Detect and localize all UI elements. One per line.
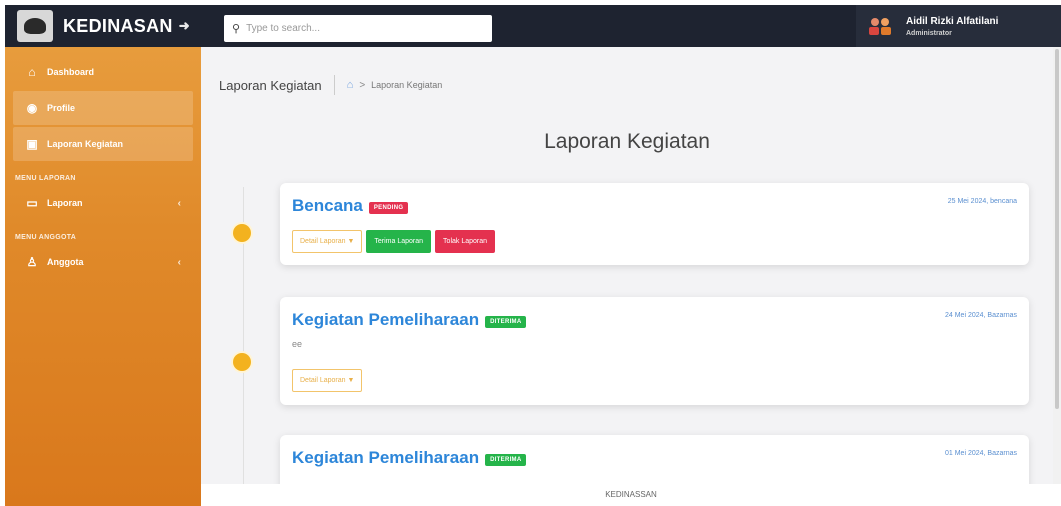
home-icon: ⌂ — [28, 65, 36, 79]
sidebar-nav: ⌂ Dashboard ◉ Profile ▣ Laporan Kegiatan… — [5, 55, 201, 279]
chevron-left-icon: ‹ — [177, 197, 181, 209]
search-input[interactable] — [246, 23, 477, 34]
brand-name: KEDINASAN — [63, 15, 173, 36]
user-role: Administrator — [906, 29, 952, 37]
user-menu[interactable]: Aidil Rizki Alfatilani Administrator — [856, 5, 1061, 47]
detail-report-button[interactable]: Detail Laporan ▼ — [292, 230, 363, 253]
report-title-text: Kegiatan Pemeliharaan — [292, 448, 480, 467]
sidebar-item-label: Anggota — [47, 257, 84, 267]
report-date: 01 Mei 2024, Bazarnas — [945, 450, 1017, 457]
document-icon: ▣ — [26, 137, 38, 151]
sidebar-item-laporan[interactable]: ▭ Laporan ‹ — [13, 186, 193, 220]
chevron-left-icon: ‹ — [177, 256, 181, 268]
sidebar-item-label: Profile — [47, 103, 76, 113]
monitor-icon: ▭ — [26, 196, 38, 210]
home-icon[interactable]: ⌂ — [347, 79, 354, 91]
collapse-arrow-icon[interactable]: ➜ — [179, 18, 190, 34]
scrollbar[interactable] — [1053, 47, 1061, 484]
search-box: ⚲ — [224, 15, 492, 42]
report-date: 24 Mei 2024, Bazarnas — [945, 312, 1017, 319]
breadcrumb: Laporan Kegiatan ⌂ > Laporan Kegiatan — [219, 75, 442, 95]
users-group-icon — [869, 18, 891, 35]
report-title-text: Bencana — [292, 196, 363, 215]
chevron-right-icon: > — [359, 79, 366, 91]
user-info: Aidil Rizki Alfatilani Administrator — [906, 16, 998, 37]
report-actions: Detail Laporan ▼ — [292, 369, 363, 392]
sidebar-item-laporan-kegiatan[interactable]: ▣ Laporan Kegiatan — [13, 127, 193, 161]
person-icon: ♙ — [26, 255, 38, 269]
report-title: Kegiatan Pemeliharaan DITERIMA — [292, 448, 527, 468]
timeline-dot — [233, 353, 251, 371]
timeline-dot — [233, 224, 251, 242]
sidebar-item-label: Laporan Kegiatan — [47, 139, 124, 149]
topbar: ⚲ Aidil Rizki Alfatilani Administrator — [201, 5, 1061, 47]
brand-bar: KEDINASAN ➜ — [5, 5, 201, 47]
breadcrumb-current: Laporan Kegiatan — [371, 80, 443, 90]
status-badge: DITERIMA — [485, 315, 527, 328]
report-card: Bencana PENDING 25 Mei 2024, bencana Det… — [280, 183, 1029, 265]
report-actions: Detail Laporan ▼ Terima Laporan Tolak La… — [292, 230, 496, 253]
report-title: Kegiatan Pemeliharaan DITERIMA — [292, 310, 527, 330]
main-content: Laporan Kegiatan ⌂ > Laporan Kegiatan La… — [201, 47, 1053, 495]
report-description: ee — [292, 339, 303, 349]
reject-report-button[interactable]: Tolak Laporan — [435, 230, 496, 253]
status-badge: DITERIMA — [485, 453, 527, 466]
search-icon: ⚲ — [232, 23, 241, 35]
breadcrumb-divider — [333, 75, 335, 95]
footer: KEDINASSAN — [201, 484, 1061, 506]
report-date: 25 Mei 2024, bencana — [947, 198, 1017, 205]
report-title: Bencana PENDING — [292, 196, 409, 216]
status-badge: PENDING — [368, 201, 409, 214]
sidebar: KEDINASAN ➜ ⌂ Dashboard ◉ Profile ▣ Lapo… — [5, 5, 201, 506]
report-card: Kegiatan Pemeliharaan DITERIMA 24 Mei 20… — [280, 297, 1029, 405]
page-title: Laporan Kegiatan — [544, 130, 710, 153]
section-heading-anggota: MENU ANGGOTA — [15, 234, 77, 241]
sidebar-item-dashboard[interactable]: ⌂ Dashboard — [13, 55, 193, 89]
report-title-text: Kegiatan Pemeliharaan — [292, 310, 480, 329]
user-name: Aidil Rizki Alfatilani — [906, 15, 999, 27]
sidebar-item-profile[interactable]: ◉ Profile — [13, 91, 193, 125]
user-circle-icon: ◉ — [26, 101, 38, 115]
sidebar-item-label: Dashboard — [47, 67, 95, 77]
sidebar-item-label: Laporan — [47, 198, 83, 208]
scrollbar-thumb[interactable] — [1055, 49, 1059, 409]
breadcrumb-title: Laporan Kegiatan — [219, 77, 322, 93]
sidebar-item-anggota[interactable]: ♙ Anggota ‹ — [13, 245, 193, 279]
detail-report-button[interactable]: Detail Laporan ▼ — [292, 369, 363, 392]
section-heading-laporan: MENU LAPORAN — [15, 175, 76, 182]
avatar — [868, 16, 892, 36]
brand-logo — [17, 10, 53, 42]
accept-report-button[interactable]: Terima Laporan — [366, 230, 432, 253]
